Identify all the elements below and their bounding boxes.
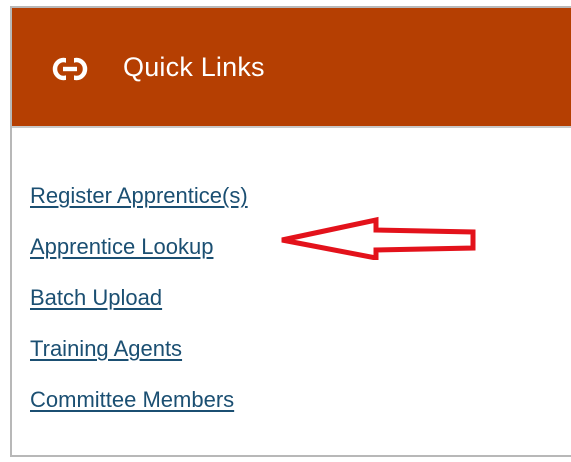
batch-upload-link[interactable]: Batch Upload [30,285,162,310]
committee-members-link[interactable]: Committee Members [30,387,234,412]
list-item: Batch Upload [30,278,248,329]
apprentice-lookup-link[interactable]: Apprentice Lookup [30,234,213,259]
register-apprentices-link[interactable]: Register Apprentice(s) [30,183,248,208]
list-item: Register Apprentice(s) [30,176,248,227]
link-icon [52,57,88,81]
quick-links-list: Register Apprentice(s) Apprentice Lookup… [30,176,248,431]
list-item: Training Agents [30,329,248,380]
quick-links-title: Quick Links [123,52,265,82]
training-agents-link[interactable]: Training Agents [30,336,182,361]
list-item: Committee Members [30,380,248,431]
annotation-arrow-icon [281,216,476,260]
list-item: Apprentice Lookup [30,227,248,278]
quick-links-header: Quick Links [12,8,571,128]
